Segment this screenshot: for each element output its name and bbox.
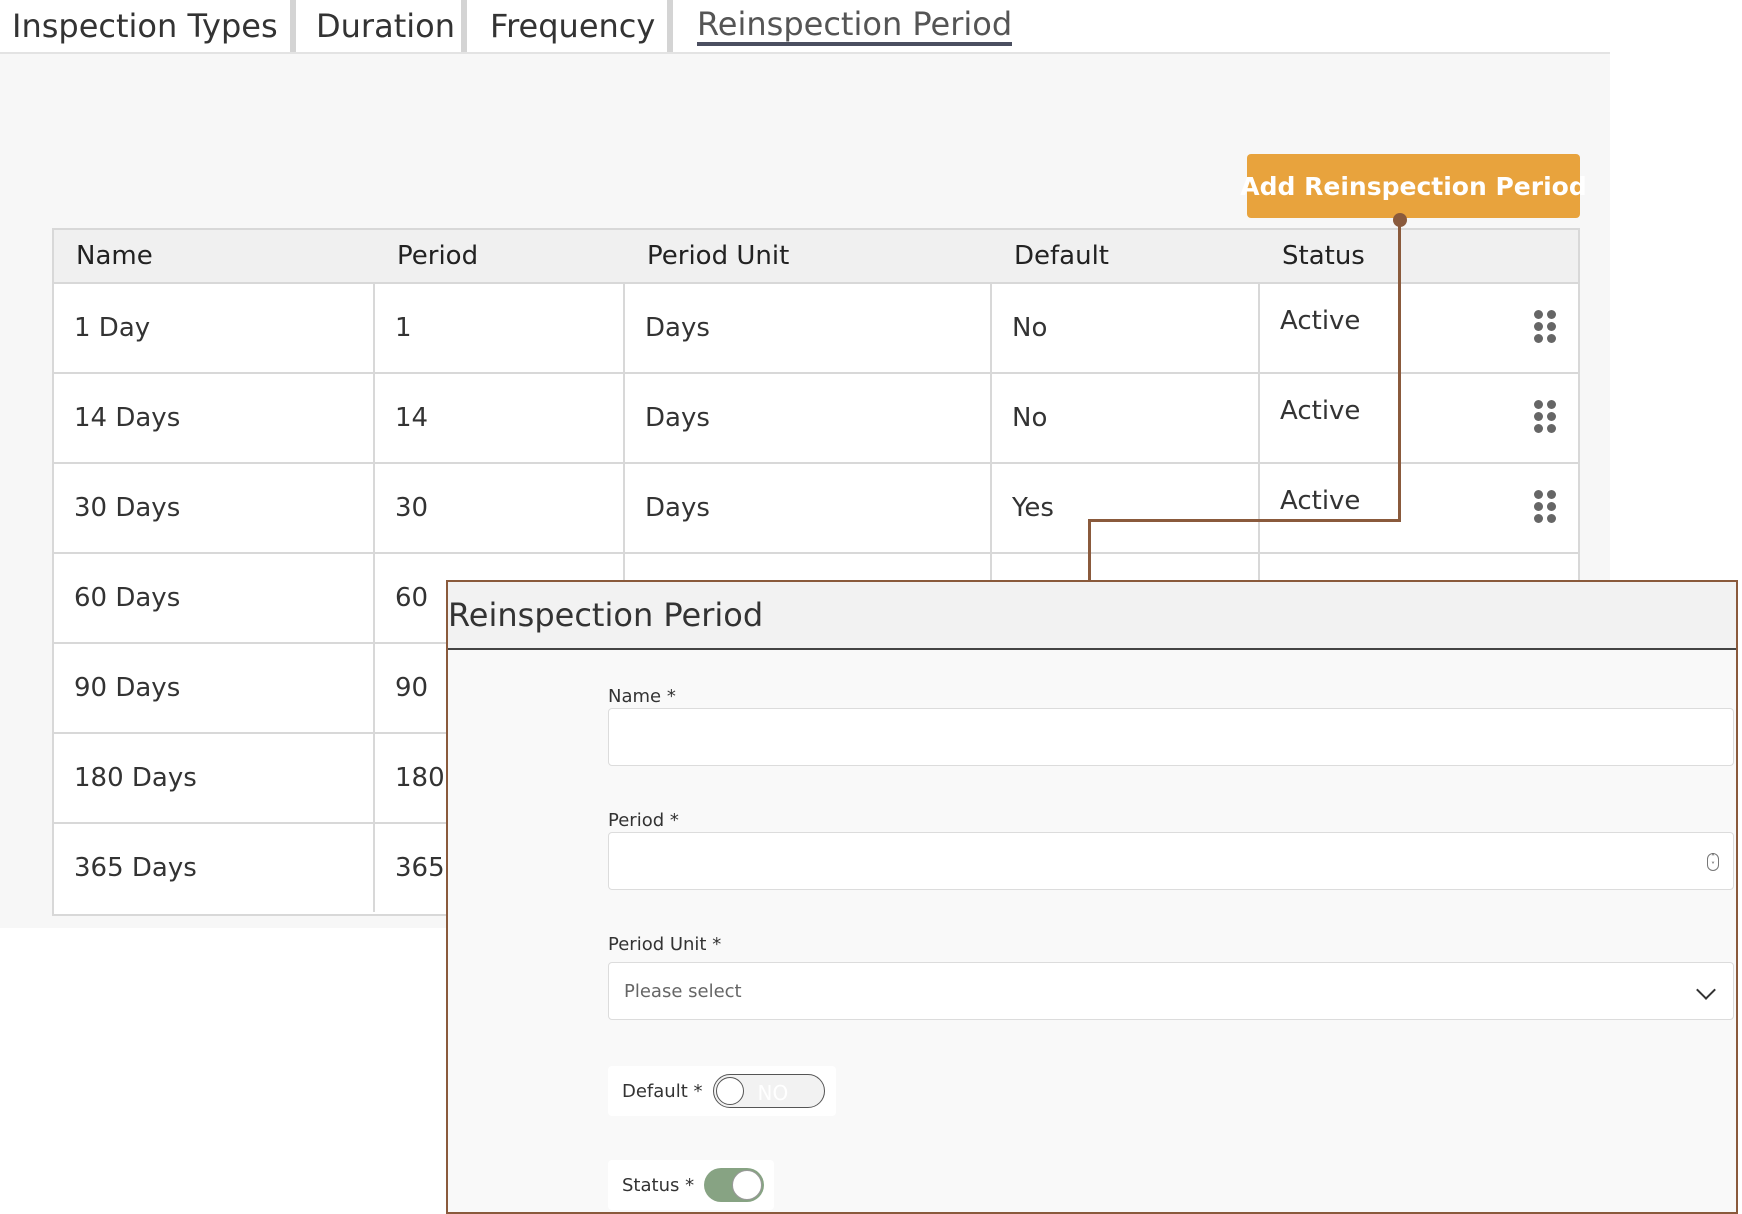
column-header-period: Period (397, 241, 479, 271)
drag-handle-icon[interactable] (1534, 490, 1556, 524)
column-header-period-unit: Period Unit (647, 241, 790, 271)
cell-status: Active (1280, 306, 1361, 336)
tab-duration[interactable]: Duration (316, 0, 455, 52)
cell-name: 30 Days (54, 464, 375, 552)
tab-divider (667, 0, 673, 52)
period-label: Period * (608, 810, 679, 831)
chevron-down-icon (1696, 980, 1716, 1000)
cell-period: 30 (375, 464, 625, 552)
default-toggle[interactable]: NO (712, 1074, 825, 1108)
dialog-header: Reinspection Period (448, 582, 1736, 650)
add-reinspection-period-button[interactable]: Add Reinspection Period (1240, 154, 1587, 218)
name-label: Name * (608, 686, 676, 707)
dialog-title: Reinspection Period (448, 596, 764, 634)
column-header-name: Name (76, 241, 153, 271)
tab-divider (290, 0, 296, 52)
connector-line (1088, 519, 1091, 581)
cell-period: 14 (375, 374, 625, 462)
tab-bar: Inspection Types Duration Frequency Rein… (0, 0, 1610, 54)
name-input[interactable] (608, 708, 1734, 766)
cell-name: 60 Days (54, 554, 375, 642)
cell-name: 180 Days (54, 734, 375, 822)
cell-default: No (992, 374, 1260, 462)
period-input[interactable]: ˄ ˅ (608, 832, 1734, 890)
table-row[interactable]: 1 Day 1 Days No Active (54, 284, 1578, 374)
cell-period-unit: Days (625, 374, 992, 462)
cell-name: 365 Days (54, 824, 375, 912)
status-label: Status * (622, 1174, 695, 1196)
tab-reinspection-period[interactable]: Reinspection Period (697, 0, 1013, 48)
default-toggle-text: NO (757, 1081, 789, 1105)
toggle-knob (732, 1170, 763, 1200)
connector-line (1088, 519, 1401, 522)
toggle-knob (715, 1077, 744, 1105)
column-header-default: Default (1014, 241, 1109, 271)
tab-label: Reinspection Period (697, 5, 1013, 43)
drag-handle-icon[interactable] (1534, 310, 1556, 344)
cell-status: Active (1280, 396, 1361, 426)
tab-inspection-types[interactable]: Inspection Types (12, 0, 278, 52)
cell-name: 14 Days (54, 374, 375, 462)
cell-status: Active (1280, 486, 1361, 516)
cell-name: 90 Days (54, 644, 375, 732)
status-toggle[interactable] (704, 1168, 765, 1202)
tab-divider (461, 0, 467, 52)
default-toggle-group: Default * NO (608, 1066, 836, 1116)
table-row[interactable]: 30 Days 30 Days Yes Active (54, 464, 1578, 554)
period-unit-label: Period Unit * (608, 934, 722, 955)
tab-frequency[interactable]: Frequency (490, 0, 655, 52)
cell-default: No (992, 284, 1260, 372)
column-header-status: Status (1282, 241, 1365, 271)
period-unit-placeholder: Please select (624, 980, 742, 1002)
reinspection-period-dialog: Reinspection Period Name * Period * ˄ ˅ P… (446, 580, 1738, 1214)
active-tab-underline (697, 42, 1013, 46)
cell-period-unit: Days (625, 284, 992, 372)
table-row[interactable]: 14 Days 14 Days No Active (54, 374, 1578, 464)
period-unit-select[interactable]: Please select (608, 962, 1734, 1020)
table-header: Name Period Period Unit Default Status (54, 230, 1578, 284)
cell-name: 1 Day (54, 284, 375, 372)
stepper-icon[interactable]: ˄ ˅ (1707, 853, 1719, 871)
status-toggle-group: Status * (608, 1160, 774, 1210)
default-label: Default * (622, 1080, 703, 1102)
cell-default: Yes (992, 464, 1260, 552)
drag-handle-icon[interactable] (1534, 400, 1556, 434)
connector-line (1398, 220, 1401, 522)
cell-period: 1 (375, 284, 625, 372)
cell-period-unit: Days (625, 464, 992, 552)
